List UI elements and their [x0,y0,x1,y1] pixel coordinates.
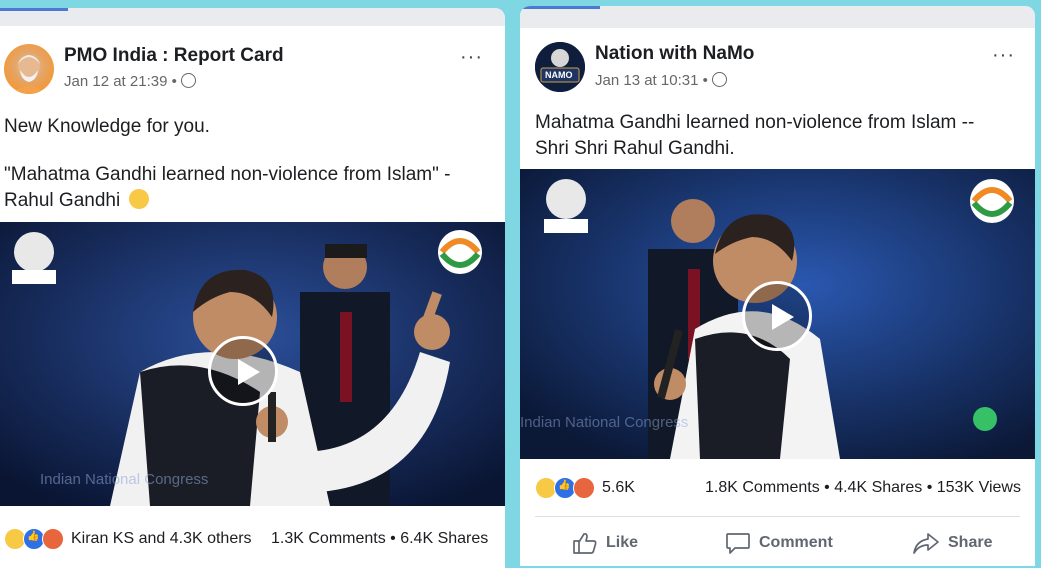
timestamp[interactable]: Jan 13 at 10:31 [595,72,698,89]
post-text-line3: Rahul Gandhi [4,188,150,214]
progress-bar [0,8,505,26]
comments-shares-count[interactable]: 1.3K Comments • 6.4K Shares [271,530,488,548]
globe-icon [181,73,197,88]
video-caption: Indian National Congress [40,471,208,488]
video-player[interactable]: Indian National Congress [520,169,1035,459]
post-stats[interactable]: 1.8K Comments • 4.4K Shares • 153K Views [705,479,1021,497]
like-button[interactable]: Like [572,531,638,555]
thumbs-up-icon [573,532,597,554]
like-label: Like [606,534,639,551]
divider [535,516,1020,517]
share-button[interactable]: Share [912,531,992,555]
page-avatar[interactable]: NAMO [535,42,585,92]
post-card-pmo: PMO India : Report Card Jan 12 at 21:39 … [0,8,505,568]
post-card-namo: NAMO Nation with NaMo Jan 13 at 10:31 • … [520,6,1035,566]
post-text-line1: Mahatma Gandhi learned non-violence from… [535,112,975,133]
post-meta: Jan 13 at 10:31 • [595,72,728,89]
globe-icon [712,72,728,87]
page-name[interactable]: PMO India : Report Card [64,45,284,67]
progress-bar [520,6,1035,28]
post-meta: Jan 12 at 21:39 • [64,73,197,90]
page-name[interactable]: Nation with NaMo [595,43,754,65]
share-icon [913,533,939,554]
more-options-icon[interactable]: ··· [460,46,483,69]
video-player[interactable]: Indian National Congress [0,222,505,506]
post-text-line2: Shri Shri Rahul Gandhi. [535,138,735,159]
comment-icon [726,533,750,554]
angry-reaction-icon [42,528,64,550]
play-button[interactable] [208,336,278,406]
comment-label: Comment [759,534,833,551]
more-options-icon[interactable]: ··· [992,44,1015,67]
page-avatar[interactable] [4,44,54,94]
comment-button[interactable]: Comment [725,531,833,555]
post-text-line1: New Knowledge for you. [4,116,210,137]
reactions-summary[interactable]: Kiran KS and 4.3K others [4,528,252,550]
share-label: Share [948,534,993,551]
video-caption: Indian National Congress [520,414,688,431]
play-button[interactable] [742,281,812,351]
wink-emoji-icon [129,189,150,209]
avatar-label: NAMO [545,70,573,80]
angry-reaction-icon [573,477,595,499]
reaction-count: 5.6K [602,479,635,496]
reactions-summary[interactable]: 5.6K [535,477,635,499]
reaction-summary-text: Kiran KS and 4.3K others [71,530,252,547]
post-text-line2: "Mahatma Gandhi learned non-violence fro… [4,164,451,185]
timestamp[interactable]: Jan 12 at 21:39 [64,73,167,90]
